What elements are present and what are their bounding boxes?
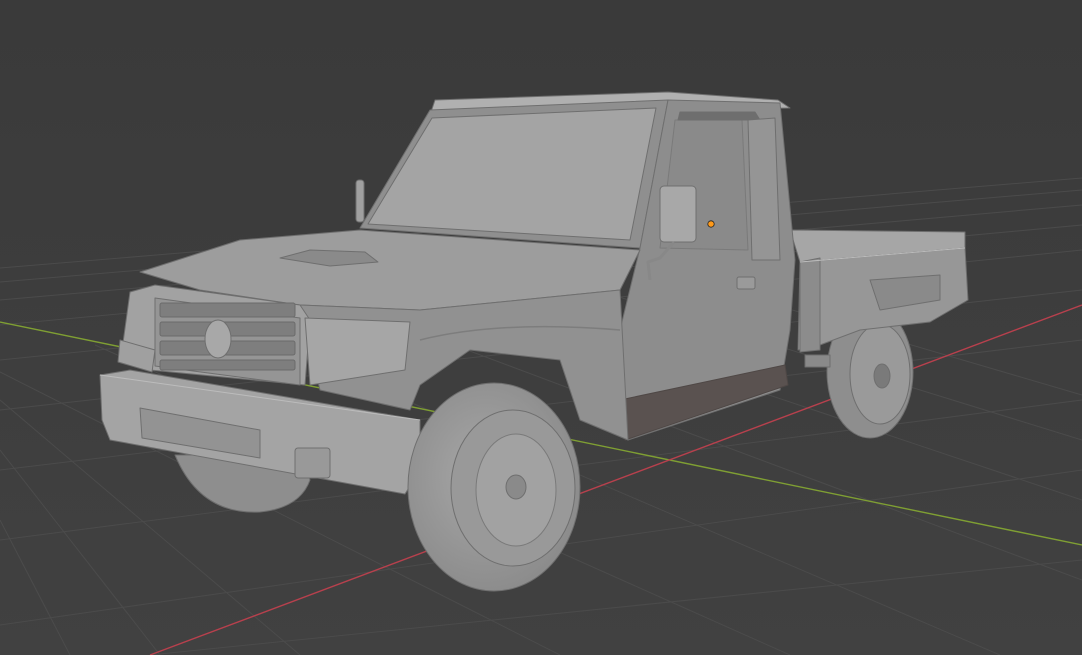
3d-viewport[interactable] xyxy=(0,0,1082,655)
antenna xyxy=(355,179,365,223)
object-origin-dot[interactable] xyxy=(707,220,715,228)
front-right-wheel xyxy=(407,382,581,592)
emblem xyxy=(204,319,232,359)
